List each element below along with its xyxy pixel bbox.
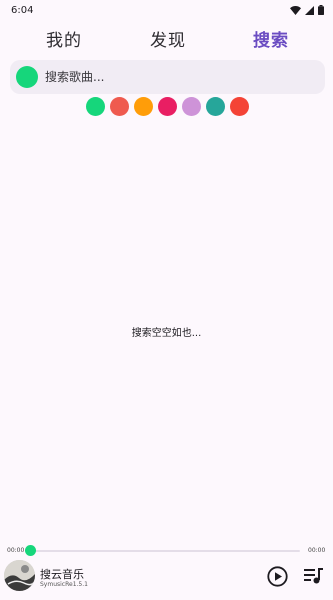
- tab-mine[interactable]: 我的: [46, 26, 82, 51]
- wifi-icon: [290, 5, 301, 15]
- color-swatch-teal[interactable]: [206, 97, 225, 116]
- status-icons: [290, 5, 324, 15]
- color-swatch-pink[interactable]: [158, 97, 177, 116]
- color-swatch-coral[interactable]: [110, 97, 129, 116]
- total-time: 00:00: [308, 547, 326, 554]
- theme-color-picker: [86, 97, 249, 117]
- color-swatch-orange[interactable]: [134, 97, 153, 116]
- mini-player: 搜云音乐 SymusicRe1.5.1: [0, 560, 333, 596]
- signal-icon: [305, 5, 314, 15]
- play-icon[interactable]: [267, 566, 288, 587]
- search-avatar-dot[interactable]: [16, 66, 38, 88]
- color-swatch-lavender[interactable]: [182, 97, 201, 116]
- progress-track[interactable]: [25, 545, 300, 556]
- color-swatch-green[interactable]: [86, 97, 105, 116]
- playlist-icon[interactable]: [304, 568, 324, 584]
- status-time: 6:04: [11, 4, 34, 16]
- playback-progress: 00:00 00:00: [0, 544, 333, 558]
- search-input[interactable]: [45, 60, 325, 94]
- search-bar[interactable]: [10, 60, 325, 94]
- color-swatch-red[interactable]: [230, 97, 249, 116]
- song-subtitle: SymusicRe1.5.1: [40, 581, 88, 588]
- album-art[interactable]: [4, 560, 35, 591]
- status-bar: 6:04: [0, 0, 333, 20]
- empty-state-message: 搜索空空如也...: [131, 328, 202, 339]
- current-time: 00:00: [7, 547, 25, 554]
- album-art-image: [4, 560, 35, 591]
- song-title: 搜云音乐: [40, 568, 84, 581]
- progress-thumb[interactable]: [25, 545, 36, 556]
- top-tabs: 我的 发现 搜索: [0, 24, 333, 54]
- tab-search[interactable]: 搜索: [253, 26, 289, 51]
- tab-discover[interactable]: 发现: [150, 26, 186, 51]
- battery-icon: [318, 5, 324, 15]
